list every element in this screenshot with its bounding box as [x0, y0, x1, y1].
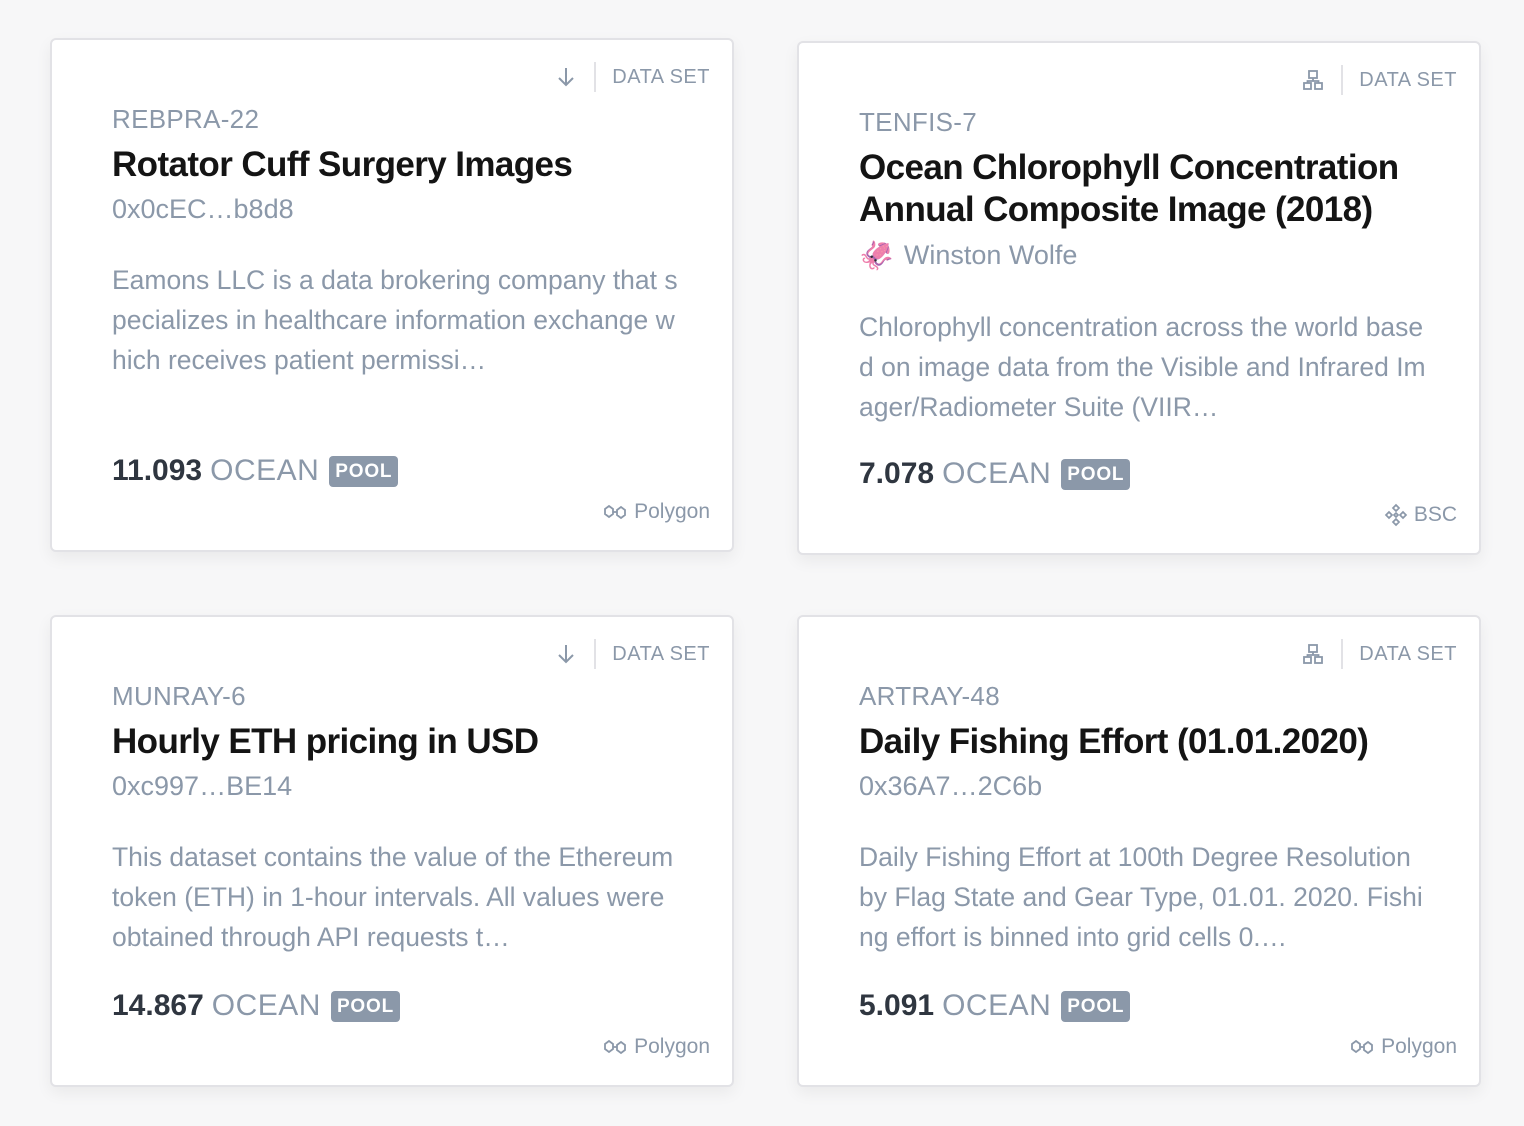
- type-divider: [1341, 639, 1344, 669]
- polygon-icon: [602, 1037, 628, 1057]
- type-divider: [1341, 65, 1344, 95]
- bsc-icon: [1384, 503, 1408, 527]
- type-label: DATA SET: [612, 642, 710, 665]
- download-arrow-icon: [554, 642, 578, 666]
- network-label: Polygon: [634, 1035, 710, 1058]
- asset-title[interactable]: Rotator Cuff Surgery Images: [112, 144, 670, 186]
- type-label: DATA SET: [1359, 642, 1457, 665]
- price-value: 7.078: [859, 457, 935, 490]
- type-label: DATA SET: [612, 65, 710, 88]
- asset-symbol: TENFIS-7: [859, 107, 977, 137]
- asset-owner[interactable]: 🦑 Winston Wolfe: [859, 239, 1077, 272]
- pool-badge: POOL: [330, 990, 400, 1022]
- asset-symbol: REBPRA-22: [112, 104, 260, 134]
- price-unit: OCEAN: [210, 454, 320, 487]
- compute-network-icon: [1301, 642, 1325, 666]
- type-label: DATA SET: [1359, 68, 1457, 91]
- asset-owner[interactable]: 0x0cEC…b8d8: [112, 194, 294, 225]
- owner-address[interactable]: 0x0cEC…b8d8: [112, 194, 294, 225]
- price-unit: OCEAN: [211, 989, 321, 1022]
- asset-symbol: ARTRAY-48: [859, 681, 1000, 711]
- asset-title[interactable]: Hourly ETH pricing in USD: [112, 721, 670, 763]
- compute-network-icon: [1301, 68, 1325, 92]
- asset-network: Polygon: [1349, 1035, 1457, 1059]
- asset-card-artray-48[interactable]: DATA SET ARTRAY-48 Daily Fishing Effort …: [797, 615, 1481, 1087]
- asset-network: Polygon: [602, 500, 710, 524]
- pool-badge: POOL: [1061, 458, 1131, 490]
- type-divider: [594, 639, 597, 669]
- asset-owner[interactable]: 0x36A7…2C6b: [859, 771, 1042, 802]
- price-value: 14.867: [112, 989, 204, 1022]
- price-value: 11.093: [112, 454, 203, 487]
- type-divider: [594, 62, 597, 92]
- asset-type: DATA SET: [1301, 65, 1457, 95]
- asset-title[interactable]: Daily Fishing Effort (01.01.2020): [859, 721, 1417, 763]
- polygon-icon: [602, 502, 628, 522]
- asset-owner[interactable]: 0xc997…BE14: [112, 771, 292, 802]
- asset-price: 5.091 OCEAN POOL: [859, 989, 1131, 1023]
- network-label: Polygon: [634, 500, 710, 523]
- download-arrow-icon: [554, 65, 578, 89]
- asset-type: DATA SET: [1301, 639, 1457, 669]
- asset-title[interactable]: Ocean Chlorophyll Concentration Annual C…: [859, 147, 1417, 231]
- asset-description: This dataset contains the value of the E…: [112, 842, 674, 952]
- owner-name[interactable]: Winston Wolfe: [904, 240, 1078, 271]
- asset-type: DATA SET: [554, 639, 710, 669]
- price-value: 5.091: [859, 989, 935, 1022]
- asset-card-rebpra-22[interactable]: DATA SET REBPRA-22 Rotator Cuff Surgery …: [50, 38, 734, 552]
- asset-price: 7.078 OCEAN POOL: [859, 457, 1131, 491]
- network-label: BSC: [1413, 503, 1457, 526]
- asset-network: Polygon: [602, 1035, 710, 1059]
- price-unit: OCEAN: [942, 457, 1052, 490]
- asset-price: 11.093 OCEAN POOL: [112, 454, 399, 488]
- pool-badge: POOL: [329, 455, 399, 487]
- asset-price: 14.867 OCEAN POOL: [112, 989, 400, 1023]
- network-label: Polygon: [1381, 1035, 1457, 1058]
- owner-address[interactable]: 0xc997…BE14: [112, 771, 292, 802]
- pool-badge: POOL: [1061, 990, 1131, 1022]
- owner-avatar: 🦑: [859, 240, 894, 271]
- polygon-icon: [1349, 1037, 1375, 1057]
- asset-card-tenfis-7[interactable]: DATA SET TENFIS-7 Ocean Chlorophyll Conc…: [797, 41, 1481, 555]
- asset-description: Chlorophyll concentration across the wor…: [859, 312, 1426, 422]
- asset-card-munray-6[interactable]: DATA SET MUNRAY-6 Hourly ETH pricing in …: [50, 615, 734, 1087]
- asset-network: BSC: [1384, 503, 1457, 527]
- asset-description: Eamons LLC is a data brokering company t…: [112, 265, 678, 375]
- asset-symbol: MUNRAY-6: [112, 681, 246, 711]
- asset-type: DATA SET: [554, 62, 710, 92]
- price-unit: OCEAN: [942, 989, 1052, 1022]
- owner-address[interactable]: 0x36A7…2C6b: [859, 771, 1042, 802]
- asset-description: Daily Fishing Effort at 100th Degree Res…: [859, 842, 1423, 952]
